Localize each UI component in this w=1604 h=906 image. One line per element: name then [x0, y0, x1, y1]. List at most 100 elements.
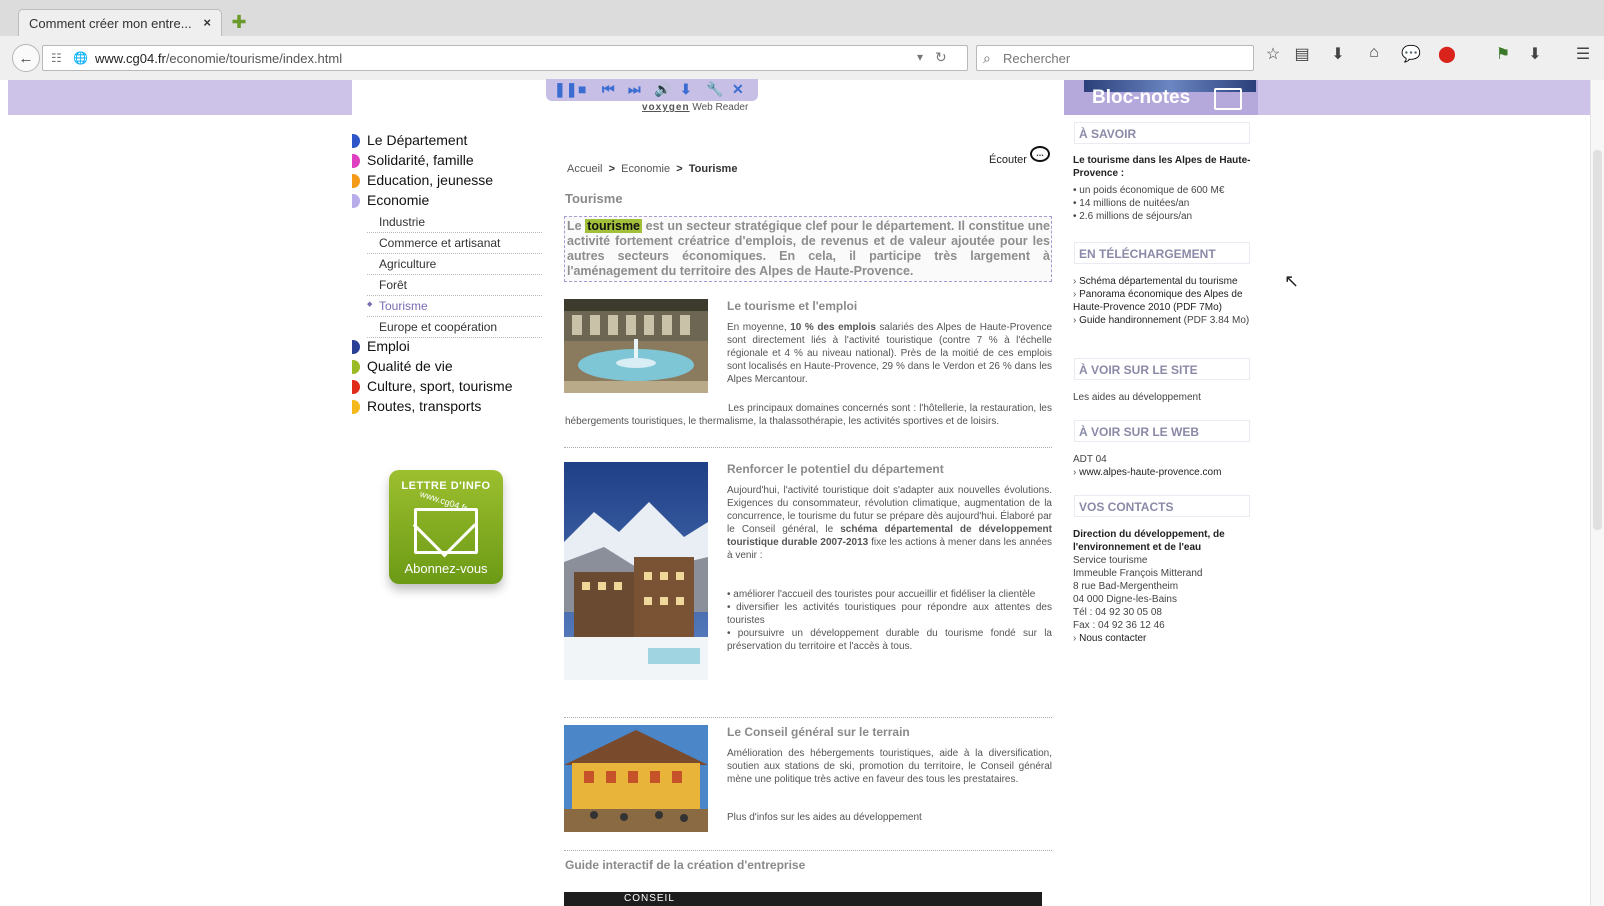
menu-item-label: Education, jeunesse [367, 172, 494, 188]
breadcrumb-home[interactable]: Accueil [567, 163, 602, 175]
chat-icon[interactable]: 💬 [1398, 44, 1424, 64]
browser-tab[interactable]: Comment créer mon entre... × [18, 9, 222, 36]
reader-icon[interactable]: ▤ [1289, 44, 1315, 64]
menu-item-label: Qualité de vie [367, 358, 453, 374]
notepad-icon[interactable] [1214, 88, 1242, 110]
adblock-icon[interactable]: ⬤ [1434, 44, 1460, 64]
voxygen-logo: voxygen Web Reader [642, 102, 749, 113]
stop-icon[interactable]: ■ [578, 81, 586, 97]
url-bar[interactable]: ☷ 🌐 www.cg04.fr/economie/tourisme/index.… [42, 45, 968, 71]
menu-item[interactable]: Economie [352, 192, 542, 212]
menu-item-label: Solidarité, famille [367, 152, 474, 168]
menu-item-label: Routes, transports [367, 398, 482, 414]
download-icon[interactable]: ⬇ [1325, 44, 1351, 64]
main-menu: Le Département Solidarité, famille Educati… [352, 132, 542, 418]
listen-link[interactable]: Écouter [989, 154, 1027, 166]
web-link[interactable]: www.alpes-haute-provence.com [1073, 466, 1253, 479]
submenu-item[interactable]: Commerce et artisanat [367, 233, 542, 254]
contact-link[interactable]: Nous contacter [1073, 632, 1253, 645]
breadcrumb: Accueil > Economie > Tourisme [567, 163, 738, 175]
menu-bullet-icon [352, 340, 360, 354]
divider [564, 717, 1052, 718]
pause-icon[interactable]: ❚❚ [554, 81, 577, 98]
breadcrumb-current: Tourisme [688, 163, 738, 175]
article-title: Le Conseil général sur le terrain [727, 725, 910, 739]
submenu-item[interactable]: Tourisme [367, 296, 542, 317]
menu-item-label: Le Département [367, 132, 468, 148]
web-heading: À VOIR SUR LE WEB [1074, 420, 1250, 442]
menu-bullet-icon [352, 360, 360, 374]
menu-item[interactable]: Emploi [352, 338, 542, 358]
article-link[interactable]: Plus d'infos sur les aides au développem… [727, 811, 1052, 824]
search-icon: ⌕ [983, 50, 991, 66]
article-bullets: • améliorer l'accueil des touristes pour… [727, 588, 1052, 653]
submenu-item[interactable]: Agriculture [367, 254, 542, 275]
menu-bullet-icon [352, 380, 360, 394]
ski-resort-image [564, 462, 708, 680]
download-link[interactable]: Panorama économique des Alpes de Haute-P… [1073, 288, 1253, 314]
close-icon[interactable]: ✕ [732, 81, 744, 98]
dropdown-icon[interactable]: ▾ [917, 50, 923, 64]
page-icon: ☷ [51, 51, 62, 65]
url-path: /economie/tourisme/index.html [165, 51, 343, 66]
telechargement-block: Schéma départemental du tourisme Panoram… [1073, 275, 1253, 327]
voxygen-toolbar: ❚❚ ■ ⏮ ⏭ 🔊 ⬇ 🔧 ✕ [546, 79, 758, 101]
nav-bar: ← ☷ 🌐 www.cg04.fr/economie/tourisme/inde… [0, 36, 1604, 80]
browser-chrome: Comment créer mon entre... × ✚ ← ☷ 🌐 www… [0, 0, 1604, 80]
extension-icon[interactable]: ⚑ [1490, 44, 1516, 64]
page-title: Tourisme [565, 191, 623, 206]
tab-close-icon[interactable]: × [203, 15, 211, 30]
menu-bullet-icon [352, 174, 360, 188]
scrollbar[interactable] [1590, 80, 1604, 906]
scrollbar-thumb[interactable] [1593, 150, 1602, 530]
menu-item[interactable]: Le Département [352, 132, 542, 152]
menu-icon[interactable]: ☰ [1570, 44, 1596, 64]
download-link[interactable]: Schéma départemental du tourisme [1073, 275, 1253, 288]
hotel-photo [564, 299, 708, 393]
menu-item[interactable]: Education, jeunesse [352, 172, 542, 192]
site-link[interactable]: Les aides au développement [1073, 391, 1253, 404]
newsletter-cta: Abonnez-vous [404, 561, 488, 576]
speech-bubble-icon[interactable]: ... [1030, 146, 1050, 162]
back-button[interactable]: ← [12, 44, 40, 72]
menu-item[interactable]: Culture, sport, tourisme [352, 378, 542, 398]
divider [564, 447, 1052, 448]
envelope-icon [414, 508, 478, 554]
settings-icon[interactable]: 🔧 [706, 81, 723, 98]
ski-resort-photo [564, 462, 708, 680]
download-arrow-icon[interactable]: ⬇ [1522, 44, 1548, 64]
tab-strip: Comment créer mon entre... × ✚ [0, 0, 1604, 36]
search-placeholder: Rechercher [1003, 51, 1071, 66]
conseil-banner[interactable]: CONSEIL [564, 892, 1042, 906]
menu-item[interactable]: Solidarité, famille [352, 152, 542, 172]
contacts-block: Direction du développement, de l'environ… [1073, 528, 1253, 645]
download-link[interactable]: Guide handironnement (PDF 3.84 Mo) [1073, 314, 1253, 327]
menu-item-label: Culture, sport, tourisme [367, 378, 513, 394]
menu-item-label: Economie [367, 192, 430, 208]
download-icon[interactable]: ⬇ [680, 81, 692, 98]
next-icon[interactable]: ⏭ [628, 81, 641, 98]
menu-item[interactable]: Routes, transports [352, 398, 542, 418]
menu-item[interactable]: Qualité de vie [352, 358, 542, 378]
star-icon[interactable]: ☆ [1260, 44, 1286, 64]
menu-bullet-icon [352, 134, 360, 148]
site-heading: À VOIR SUR LE SITE [1074, 358, 1250, 380]
telechargement-heading: EN TÉLÉCHARGEMENT [1074, 242, 1250, 264]
menu-bullet-icon [352, 154, 360, 168]
article-text: Aujourd'hui, l'activité touristique doit… [727, 485, 1052, 561]
reload-icon[interactable]: ↻ [935, 49, 947, 66]
search-box[interactable]: ⌕ Rechercher [976, 45, 1254, 71]
article-text-2: Les principaux domaines concernés sont :… [565, 403, 1052, 427]
intro-paragraph: Le tourisme est un secteur stratégique c… [564, 216, 1052, 282]
new-tab-icon[interactable]: ✚ [228, 12, 250, 32]
home-icon[interactable]: ⌂ [1361, 44, 1387, 62]
volume-icon[interactable]: 🔊 [654, 81, 671, 98]
article-conseil-terrain: Le Conseil général sur le terrain Amélio… [564, 725, 1052, 835]
submenu-item[interactable]: Forêt [367, 275, 542, 296]
mouse-cursor-icon: ↖ [1284, 271, 1300, 291]
submenu-item[interactable]: Industrie [367, 212, 542, 233]
breadcrumb-economie[interactable]: Economie [621, 163, 670, 175]
previous-icon[interactable]: ⏮ [602, 81, 615, 98]
submenu-item[interactable]: Europe et coopération [367, 317, 542, 338]
newsletter-button[interactable]: LETTRE D'INFO www.cg04.fr Abonnez-vous [389, 470, 503, 584]
